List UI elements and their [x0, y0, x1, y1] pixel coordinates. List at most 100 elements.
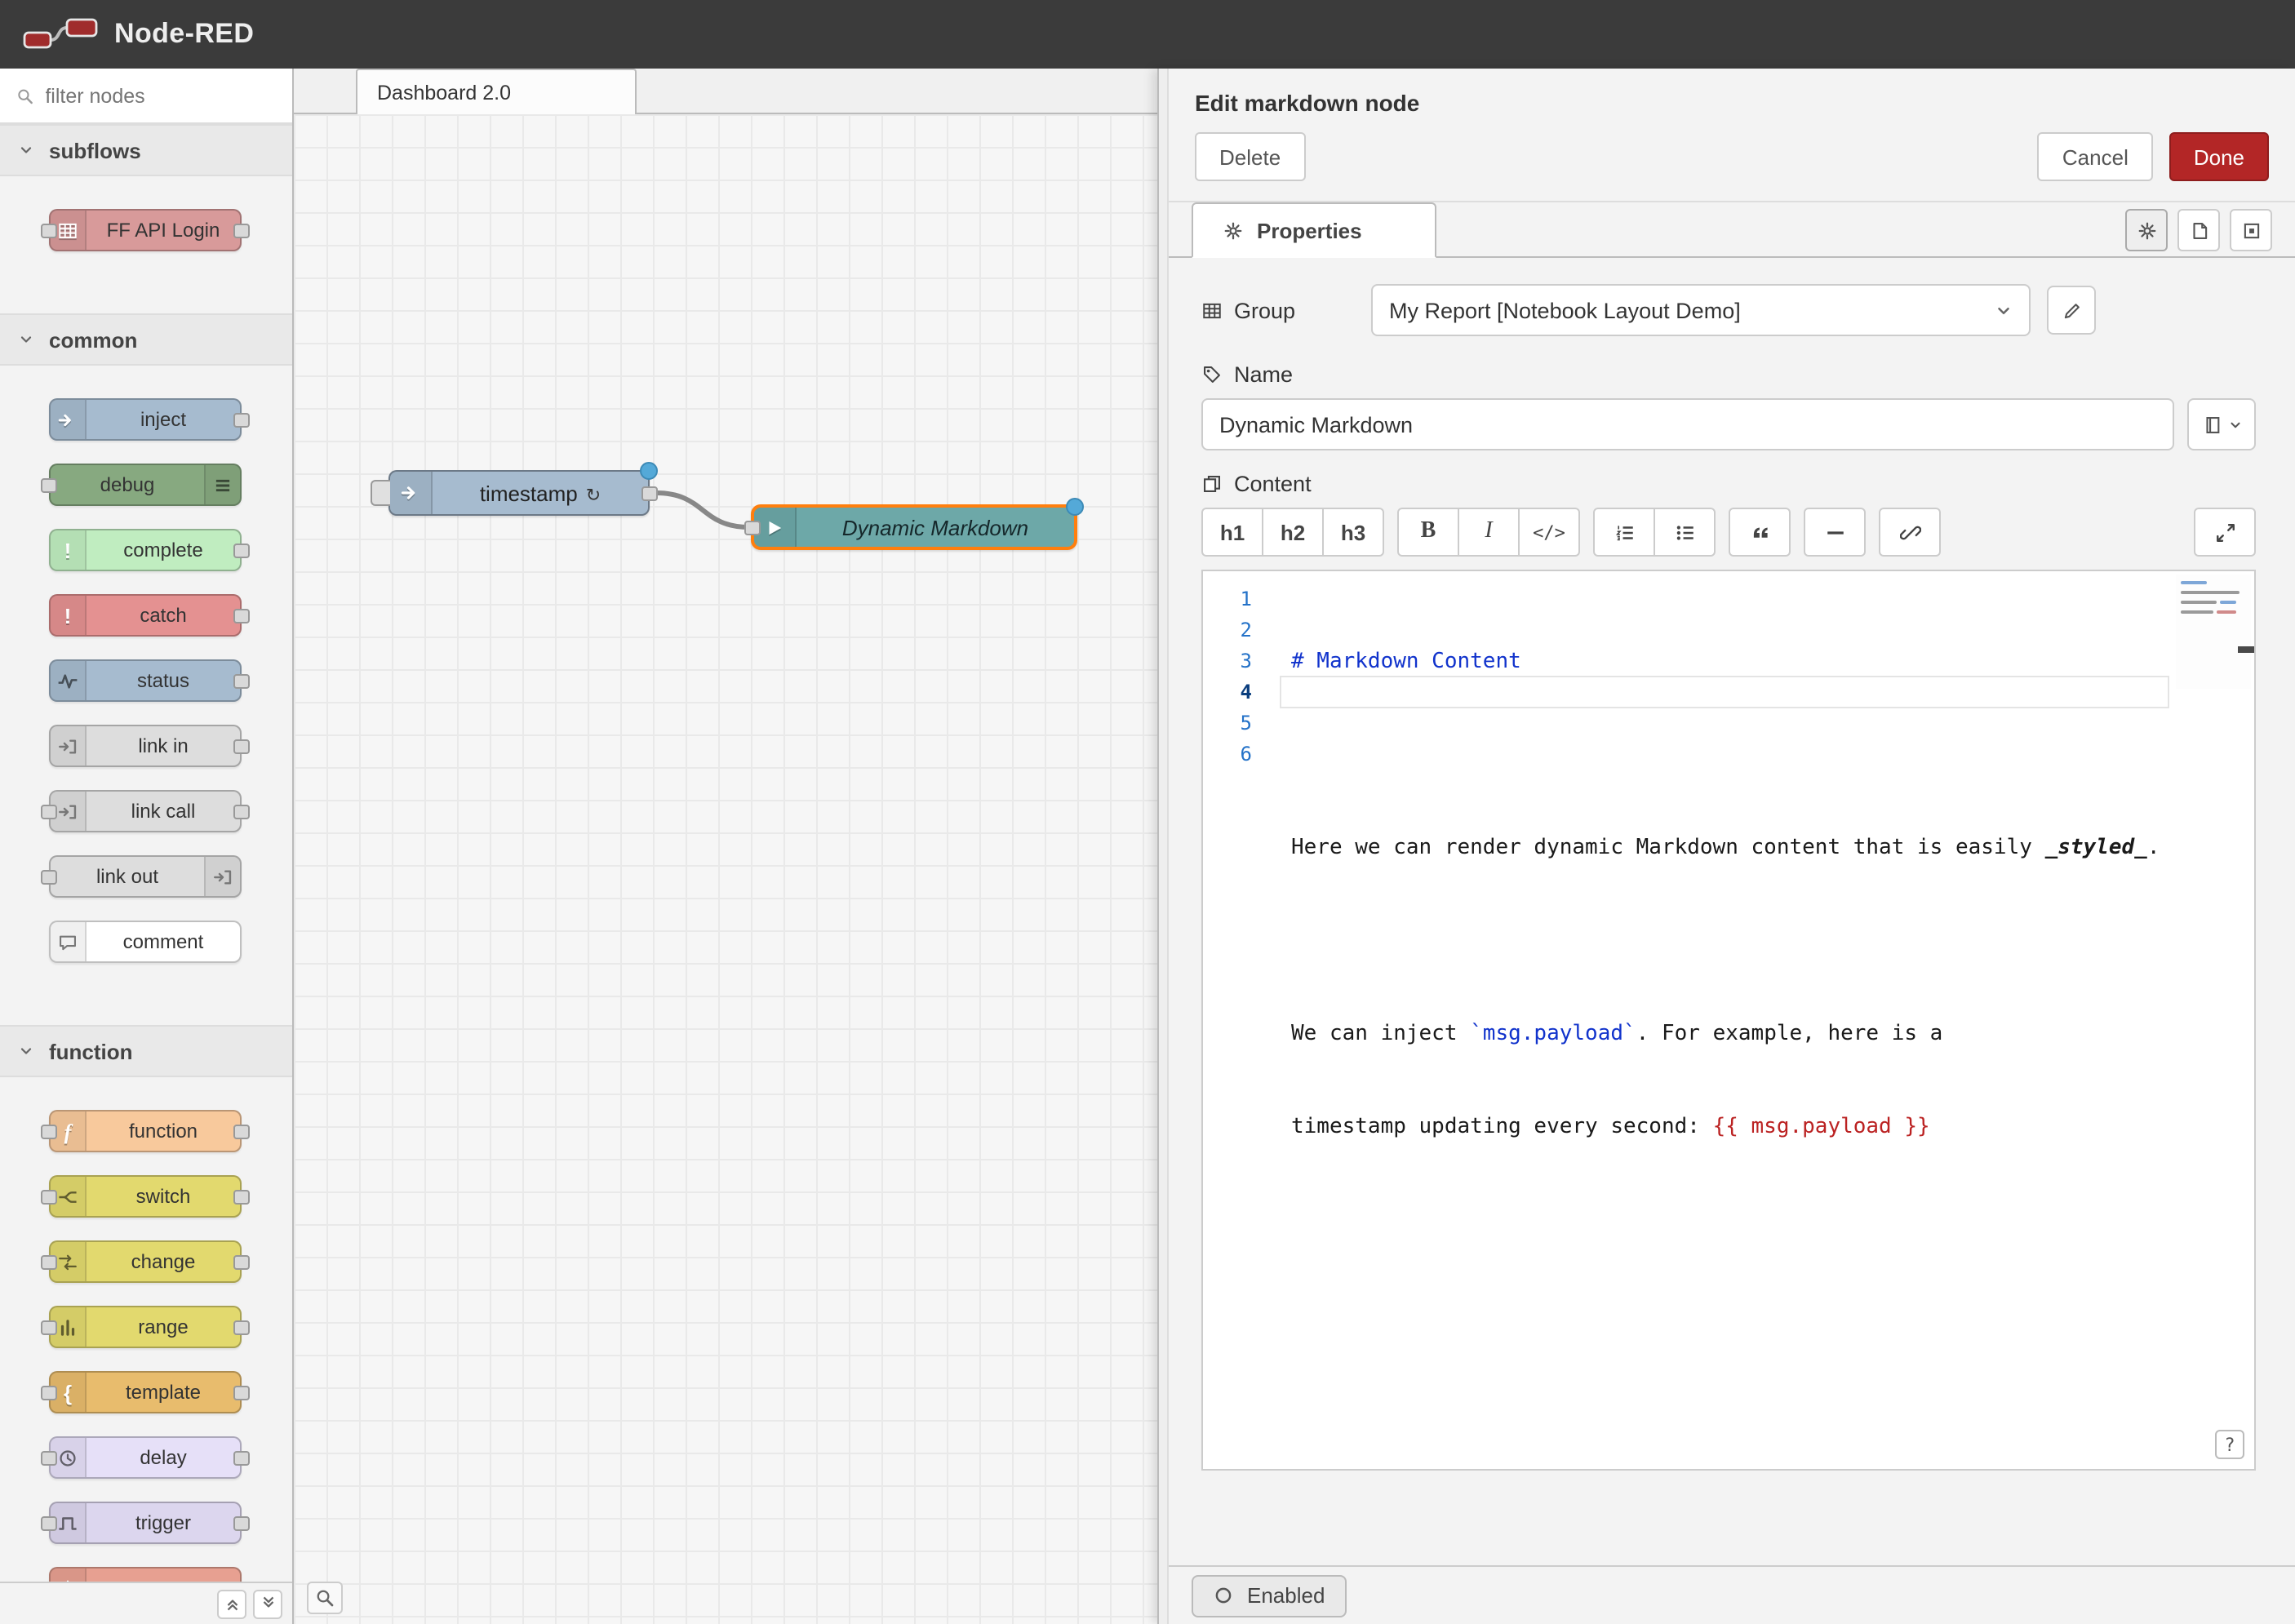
flow-canvas[interactable]: timestamp↻ Dynamic Markdown	[294, 114, 1157, 1624]
palette-node-ff-api-login[interactable]: FF API Login	[49, 209, 242, 251]
edit-tray: Edit markdown node Delete Cancel Done Pr…	[1157, 69, 2295, 1624]
palette-node-debug[interactable]: debug	[49, 464, 242, 506]
name-label: Name	[1201, 362, 1293, 387]
node-properties-button[interactable]	[2125, 209, 2168, 251]
blockquote-button[interactable]	[1729, 508, 1791, 557]
palette-node-comment[interactable]: comment	[49, 921, 242, 963]
inject-icon	[51, 400, 87, 439]
node-appearance-button[interactable]	[2230, 209, 2272, 251]
tray-tabs: Properties	[1169, 202, 2295, 258]
palette-node-link-in[interactable]: link in	[49, 725, 242, 767]
caret-down-icon	[2227, 417, 2242, 432]
wire[interactable]	[656, 493, 749, 527]
collapse-categories-button[interactable]	[217, 1589, 246, 1618]
input-port	[41, 1320, 57, 1335]
category-function[interactable]: function	[0, 1025, 292, 1077]
link-icon	[1899, 521, 1920, 543]
palette-node-trigger[interactable]: trigger	[49, 1502, 242, 1544]
category-common[interactable]: common	[0, 313, 292, 366]
delete-button[interactable]: Delete	[1195, 132, 1305, 181]
palette-scroll[interactable]: subflows FF API Login	[0, 124, 292, 1582]
palette-node-function[interactable]: f function	[49, 1110, 242, 1152]
tray-resize-handle[interactable]	[1157, 69, 1169, 1624]
palette-node-template[interactable]: { template	[49, 1371, 242, 1413]
heading3-button[interactable]: h3	[1322, 508, 1384, 557]
code-button[interactable]: </>	[1518, 508, 1580, 557]
pencil-icon	[2061, 300, 2082, 321]
code-line: Here we can render dynamic Markdown cont…	[1291, 832, 2254, 863]
table-grid-icon	[1201, 300, 1223, 321]
canvas-zoom-button[interactable]	[307, 1582, 343, 1614]
tab-properties[interactable]: Properties	[1192, 202, 1436, 258]
catch-icon: !	[51, 596, 87, 635]
palette-node-status[interactable]: status	[49, 659, 242, 702]
palette-node-inject[interactable]: inject	[49, 398, 242, 441]
input-port	[41, 478, 57, 493]
markdown-code-editor[interactable]: 1 2 3 4 5 6 # Markdown Content Here we c…	[1201, 570, 2256, 1471]
link-in-icon	[51, 726, 87, 765]
expand-editor-button[interactable]	[2194, 508, 2256, 557]
palette-node-switch[interactable]: switch	[49, 1175, 242, 1218]
bold-button[interactable]: B	[1397, 508, 1459, 557]
palette-node-catch[interactable]: ! catch	[49, 594, 242, 637]
expand-icon	[2214, 521, 2235, 543]
input-port	[41, 870, 57, 885]
node-description-button[interactable]	[2177, 209, 2220, 251]
heading2-button[interactable]: h2	[1262, 508, 1324, 557]
code-content[interactable]: # Markdown Content Here we can render dy…	[1278, 571, 2254, 1205]
horizontal-rule-button[interactable]	[1804, 508, 1866, 557]
chevron-down-icon	[1995, 301, 2013, 319]
done-button[interactable]: Done	[2169, 132, 2269, 181]
code-line: # Markdown Content	[1291, 646, 2254, 677]
expand-categories-button[interactable]	[253, 1589, 282, 1618]
ordered-list-button[interactable]	[1593, 508, 1655, 557]
repeat-indicator: ↻	[586, 486, 601, 505]
heading1-button[interactable]: h1	[1201, 508, 1263, 557]
double-chevron-up-icon	[223, 1595, 241, 1613]
palette-node-exec[interactable]: exec	[49, 1567, 242, 1582]
palette-node-range[interactable]: range	[49, 1306, 242, 1348]
palette-node-change[interactable]: change	[49, 1240, 242, 1283]
output-port[interactable]	[641, 486, 658, 501]
output-port	[233, 1386, 250, 1400]
document-icon	[2188, 220, 2209, 241]
unordered-list-button[interactable]	[1654, 508, 1716, 557]
flow-node-dynamic-markdown[interactable]: Dynamic Markdown	[751, 504, 1077, 550]
search-icon	[16, 86, 33, 105]
node-red-app: Node-RED subflows FF AP	[0, 0, 2295, 1624]
app-header: Node-RED	[0, 0, 2295, 69]
horizontal-rule-icon	[1824, 521, 1845, 543]
node-red-logo	[23, 15, 98, 54]
workspace: Dashboard 2.0 timestamp↻ D	[294, 69, 1157, 1624]
group-select[interactable]: My Report [Notebook Layout Demo]	[1371, 284, 2031, 336]
editor-help-button[interactable]: ?	[2215, 1430, 2244, 1459]
palette-node-link-out[interactable]: link out	[49, 855, 242, 898]
edit-group-button[interactable]	[2047, 286, 2096, 335]
link-button[interactable]	[1879, 508, 1941, 557]
copy-icon	[1201, 473, 1223, 495]
markdown-toolbar: h1 h2 h3 B I </>	[1201, 508, 2256, 557]
output-port	[233, 413, 250, 428]
editor-minimap[interactable]	[2176, 575, 2251, 689]
edit-form: Group My Report [Notebook Layout Demo]	[1169, 258, 2295, 1565]
input-port	[41, 224, 57, 238]
workspace-tab-dashboard[interactable]: Dashboard 2.0	[356, 69, 637, 114]
changed-indicator-dot	[640, 462, 658, 480]
cancel-button[interactable]: Cancel	[2038, 132, 2153, 181]
chevron-down-icon	[18, 142, 34, 158]
name-input[interactable]	[1201, 398, 2174, 450]
label-style-button[interactable]	[2187, 398, 2256, 450]
status-icon	[51, 661, 87, 700]
palette-node-complete[interactable]: ! complete	[49, 529, 242, 571]
input-port[interactable]	[744, 521, 761, 535]
italic-button[interactable]: I	[1458, 508, 1520, 557]
node-enabled-toggle[interactable]: Enabled	[1192, 1574, 1346, 1617]
input-port	[41, 1190, 57, 1205]
flow-node-timestamp[interactable]: timestamp↻	[388, 470, 650, 516]
inject-trigger-button[interactable]	[371, 480, 390, 506]
category-subflows[interactable]: subflows	[0, 124, 292, 176]
palette-node-link-call[interactable]: link call	[49, 790, 242, 832]
palette-search[interactable]	[0, 69, 292, 124]
search-input[interactable]	[45, 84, 276, 107]
palette-node-delay[interactable]: delay	[49, 1436, 242, 1479]
